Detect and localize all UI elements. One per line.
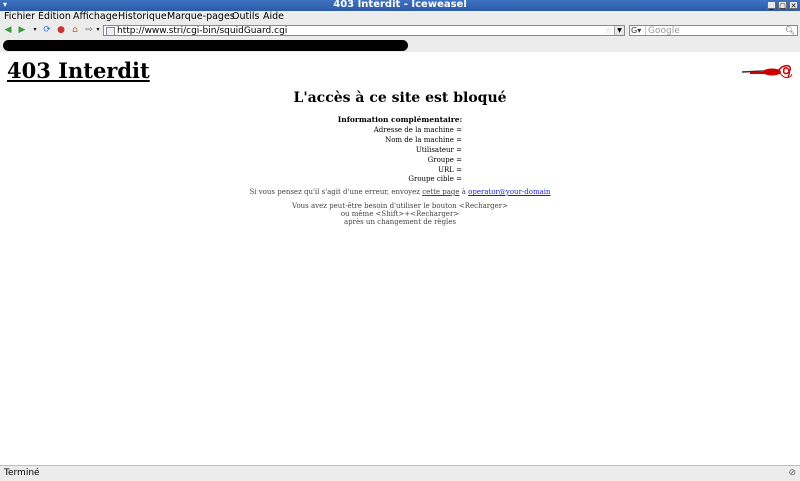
url-bar[interactable]: http://www.stri/cgi-bin/squidGuard.cgi ☆… — [103, 25, 625, 36]
redacted-bookmarks — [3, 40, 408, 51]
info-row-groupe: Groupe = — [427, 156, 462, 164]
info-title: Information complémentaire: — [337, 115, 463, 124]
menu-aide[interactable]: Aide — [263, 11, 284, 23]
window-titlebar: ▾ 403 Interdit - Iceweasel _ ▢ ✕ — [0, 0, 800, 11]
page-heading: 403 Interdit — [7, 58, 150, 83]
maximize-button[interactable]: ▢ — [778, 1, 787, 10]
status-bar: Terminé ⊘ — [0, 465, 800, 481]
go-dropdown-icon[interactable]: ▾ — [93, 25, 103, 35]
home-icon[interactable]: ⌂ — [70, 25, 80, 35]
resize-grip-icon[interactable]: ⊘ — [788, 466, 796, 480]
menu-marque-pages[interactable]: Marque-pages — [167, 11, 235, 23]
close-button[interactable]: ✕ — [789, 1, 798, 10]
reload-hint-line-1: Vous avez peut-être besoin d'utiliser le… — [292, 202, 508, 210]
blocked-title: L'accès à ce site est bloqué — [293, 90, 507, 106]
reload-hint-line-3: après un changement de règles — [343, 218, 457, 226]
bookmark-star-icon[interactable]: ☆ — [605, 26, 612, 36]
back-icon[interactable]: ◀ — [3, 25, 13, 35]
menu-edition[interactable]: Édition — [38, 11, 71, 23]
google-engine-icon[interactable]: G▾ — [631, 26, 646, 35]
url-text[interactable]: http://www.stri/cgi-bin/squidGuard.cgi — [117, 26, 287, 36]
error-message: Si vous pensez qu'il s'agit d'une erreur… — [0, 188, 800, 196]
page-favicon-icon — [106, 27, 115, 36]
status-text: Terminé — [4, 468, 40, 478]
stop-icon[interactable]: ● — [56, 25, 66, 35]
info-row-nom: Nom de la machine = — [385, 136, 462, 144]
reload-icon[interactable]: ⟳ — [42, 25, 52, 35]
menu-historique[interactable]: Historique — [118, 11, 167, 23]
info-row-url: URL = — [438, 166, 462, 174]
reload-hint-line-2: ou même <Shift>+<Recharger> — [340, 210, 460, 218]
search-bar[interactable]: G▾ Google 🔍︎ — [629, 25, 798, 36]
search-placeholder[interactable]: Google — [648, 26, 680, 36]
minimize-button[interactable]: _ — [767, 1, 776, 10]
history-dropdown-icon[interactable]: ▾ — [30, 25, 40, 35]
url-dropdown-icon[interactable]: ▼ — [614, 26, 624, 35]
info-row-utilisateur: Utilisateur = — [415, 146, 462, 154]
error-message-mid: à — [459, 188, 469, 196]
info-row-groupe-cible: Groupe cible = — [408, 175, 462, 183]
this-page-link[interactable]: cette page — [422, 188, 459, 196]
operator-email-link[interactable]: operator@your-domain — [468, 188, 550, 196]
squidguard-logo-icon — [741, 64, 793, 79]
menu-outils[interactable]: Outils — [232, 11, 259, 23]
menu-affichage[interactable]: Affichage — [73, 11, 118, 23]
page-content: 403 Interdit L'accès à ce site est bloqu… — [0, 53, 800, 465]
menu-bar: Fichier Édition Affichage Historique Mar… — [0, 11, 800, 23]
error-message-prefix: Si vous pensez qu'il s'agit d'une erreur… — [249, 188, 423, 196]
info-row-adresse: Adresse de la machine = — [373, 126, 462, 134]
menu-fichier[interactable]: Fichier — [4, 11, 35, 23]
forward-icon[interactable]: ▶ — [17, 25, 27, 35]
search-icon[interactable]: 🔍︎ — [785, 26, 795, 36]
window-title: 403 Interdit - Iceweasel — [333, 0, 467, 10]
